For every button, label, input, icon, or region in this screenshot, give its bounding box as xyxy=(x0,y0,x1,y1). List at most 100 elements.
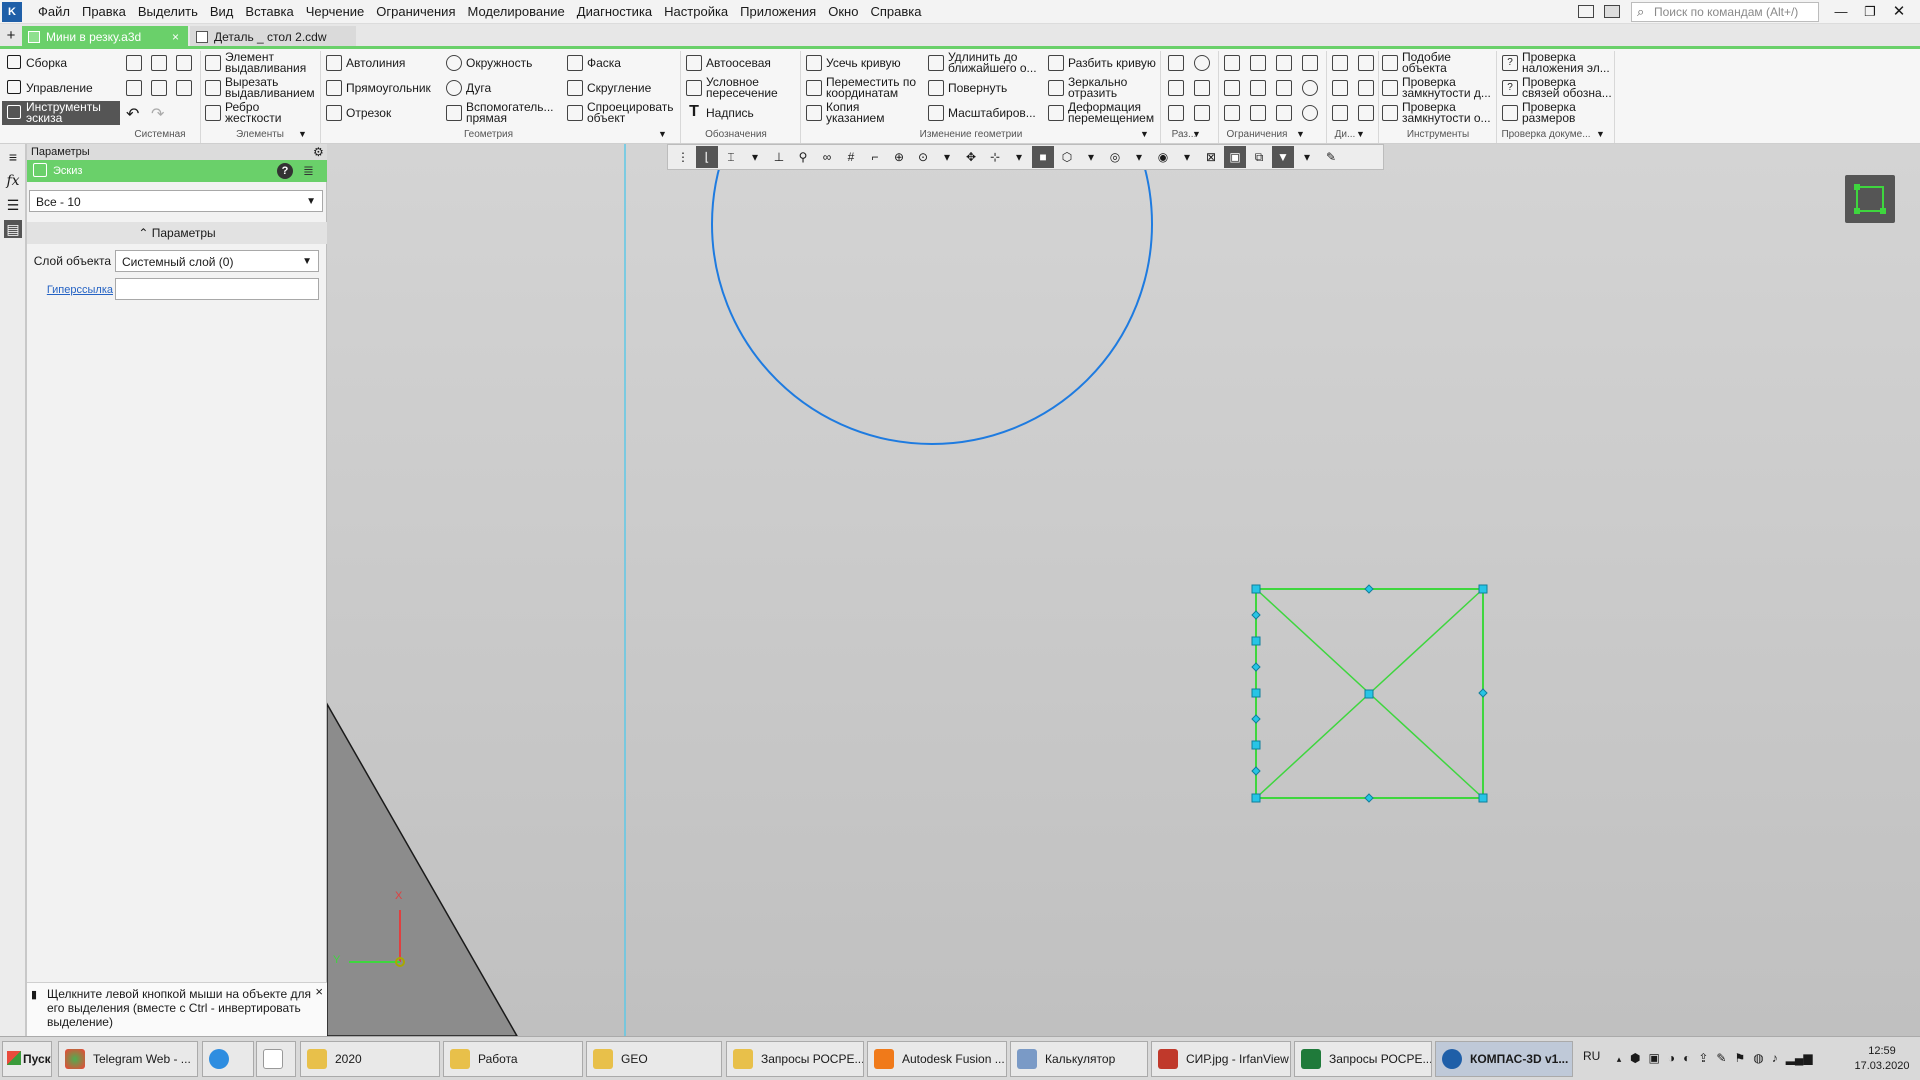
section-icon[interactable]: ⊠ xyxy=(1200,146,1222,168)
shaded-view-icon[interactable]: ■ xyxy=(1032,146,1054,168)
chevron-down-icon[interactable]: ▾ xyxy=(936,146,958,168)
size-check-button[interactable]: Проверка размеров xyxy=(1502,101,1602,125)
taskbar-irfanview[interactable]: СИР.jpg - IrfanView xyxy=(1151,1041,1291,1077)
text-label-button[interactable]: T Надпись xyxy=(686,101,754,125)
tray-sync-icon[interactable]: ◐ xyxy=(1683,1051,1690,1065)
menu-settings[interactable]: Настройка xyxy=(658,0,734,24)
clock[interactable]: 12:59 17.03.2020 xyxy=(1848,1041,1916,1077)
tray-upload-icon[interactable]: ⇪ xyxy=(1698,1051,1708,1065)
chevron-down-icon[interactable]: ▾ xyxy=(744,146,766,168)
taskbar-calculator[interactable]: Калькулятор xyxy=(1010,1041,1148,1077)
variables-fx-icon[interactable]: fx xyxy=(4,172,22,190)
taskbar-ie[interactable] xyxy=(202,1041,254,1077)
taskbar-folder-2020[interactable]: 2020 xyxy=(300,1041,440,1077)
grid-icon[interactable]: # xyxy=(840,146,862,168)
split-curve-button[interactable]: Разбить кривую xyxy=(1048,51,1156,75)
closure-check-o-button[interactable]: Проверка замкнутости о... xyxy=(1382,101,1492,125)
save-icon[interactable] xyxy=(176,55,192,71)
snap-icon[interactable]: ⚲ xyxy=(792,146,814,168)
mode-sketch-tools[interactable]: Инструменты эскиза xyxy=(2,101,120,125)
chamfer-button[interactable]: Фаска xyxy=(567,51,621,75)
filter-select[interactable]: Все - 10 ▼ xyxy=(29,190,323,212)
autoline-button[interactable]: Автолиния xyxy=(326,51,405,75)
extrude-element-button[interactable]: Элемент выдавливания xyxy=(205,51,317,75)
tray-signal-icon[interactable]: ▂▄▆ xyxy=(1786,1051,1813,1065)
taskbar-folder-geo[interactable]: GEO xyxy=(586,1041,722,1077)
visibility-icon[interactable]: ◉ xyxy=(1152,146,1174,168)
group-expand-icon[interactable]: ▼ xyxy=(298,129,307,139)
wireframe-icon[interactable]: ⬡ xyxy=(1056,146,1078,168)
layers-view-icon[interactable]: ⧉ xyxy=(1248,146,1270,168)
equal-radius-icon[interactable] xyxy=(1302,105,1318,121)
hyperlink-label[interactable]: Гиперссылка xyxy=(47,284,113,296)
tree-icon[interactable]: ≡ xyxy=(4,148,22,166)
equal-length-icon[interactable] xyxy=(1250,105,1266,121)
tray-app-icon[interactable]: ▣ xyxy=(1648,1051,1659,1065)
links-check-button[interactable]: ? Проверка связей обозна... xyxy=(1502,76,1612,100)
chevron-down-icon[interactable]: ▾ xyxy=(1296,146,1318,168)
overlap-check-button[interactable]: ? Проверка наложения эл... xyxy=(1502,51,1612,75)
zoom-window-icon[interactable]: ⊙ xyxy=(912,146,934,168)
group-expand-icon[interactable]: ▼ xyxy=(658,129,667,139)
menu-apps[interactable]: Приложения xyxy=(734,0,822,24)
taskbar-excel[interactable]: Запросы РОСРЕ... xyxy=(1294,1041,1432,1077)
conditional-intersection-button[interactable]: Условное пересечение xyxy=(686,76,796,100)
eyedropper-icon[interactable]: ✎ xyxy=(1320,146,1342,168)
orientation-icon[interactable]: ⊹ xyxy=(984,146,1006,168)
tray-volume-icon[interactable]: ♪ xyxy=(1772,1051,1778,1065)
diagnostics-icon[interactable] xyxy=(1332,80,1348,96)
taskbar-folder-work[interactable]: Работа xyxy=(443,1041,583,1077)
link-icon[interactable]: ∞ xyxy=(816,146,838,168)
restore-button[interactable]: ❐ xyxy=(1859,2,1881,22)
tray-expand-icon[interactable]: ▴ xyxy=(1612,1041,1626,1077)
perpendicular-icon[interactable] xyxy=(1276,55,1292,71)
taskbar-folder-requests[interactable]: Запросы РОСРЕ... xyxy=(726,1041,864,1077)
diagnostics-icon[interactable] xyxy=(1358,105,1374,121)
select-mode-icon[interactable]: ▣ xyxy=(1224,146,1246,168)
group-expand-icon[interactable]: ▼ xyxy=(1296,129,1305,139)
tray-chrome-icon[interactable]: ◍ xyxy=(1753,1051,1763,1065)
menu-modeling[interactable]: Моделирование xyxy=(462,0,571,24)
symmetry-icon[interactable] xyxy=(1276,105,1292,121)
tab-close-icon[interactable]: × xyxy=(172,26,179,48)
similarity-button[interactable]: Подобие объекта xyxy=(1382,51,1482,75)
linear-dimension-icon[interactable] xyxy=(1168,80,1184,96)
copy-button[interactable]: Копия указанием xyxy=(806,101,906,125)
chevron-down-icon[interactable]: ▾ xyxy=(1008,146,1030,168)
segment-button[interactable]: Отрезок xyxy=(326,101,391,125)
screen-icon[interactable] xyxy=(1604,5,1620,18)
cut-extrude-button[interactable]: Вырезать выдавливанием xyxy=(205,76,317,100)
tray-tool-icon[interactable]: ✎ xyxy=(1716,1051,1726,1065)
menu-help[interactable]: Справка xyxy=(864,0,927,24)
diagnostics-icon[interactable] xyxy=(1332,105,1348,121)
collinear-icon[interactable] xyxy=(1250,80,1266,96)
close-button[interactable]: ✕ xyxy=(1888,2,1910,22)
parallel-icon[interactable] xyxy=(1250,55,1266,71)
menu-insert[interactable]: Вставка xyxy=(239,0,299,24)
new-tab-icon[interactable]: + xyxy=(2,27,20,45)
diagnostics-icon[interactable] xyxy=(1358,80,1374,96)
sketch-circle[interactable] xyxy=(711,144,1153,445)
chevron-down-icon[interactable]: ▾ xyxy=(1128,146,1150,168)
project-object-button[interactable]: Спроецировать объект xyxy=(567,101,677,125)
rib-button[interactable]: Ребро жесткости xyxy=(205,101,305,125)
chevron-down-icon[interactable]: ▾ xyxy=(1176,146,1198,168)
fillet-button[interactable]: Скругление xyxy=(567,76,651,100)
ortho-icon[interactable]: ⌐ xyxy=(864,146,886,168)
open-icon[interactable] xyxy=(151,55,167,71)
tray-flag-icon[interactable]: ⚑ xyxy=(1734,1051,1745,1065)
horizontal-icon[interactable] xyxy=(1224,80,1240,96)
deform-button[interactable]: Деформация перемещением xyxy=(1048,101,1158,125)
rectangle-button[interactable]: Прямоугольник xyxy=(326,76,431,100)
chevron-down-icon[interactable]: ▾ xyxy=(1080,146,1102,168)
zoom-icon[interactable]: ⊕ xyxy=(888,146,910,168)
scale-button[interactable]: Масштабиров... xyxy=(928,101,1036,125)
preview-icon[interactable] xyxy=(151,80,167,96)
undo-icon[interactable]: ↶ xyxy=(126,104,139,124)
radial-dimension-icon[interactable] xyxy=(1194,80,1210,96)
mode-assembly[interactable]: Сборка xyxy=(2,51,120,75)
circle-button[interactable]: Окружность xyxy=(446,51,532,75)
aux-line-button[interactable]: Вспомогатель... прямая xyxy=(446,101,556,125)
tray-shield-icon[interactable]: ⬢ xyxy=(1630,1051,1640,1065)
sketch-canvas[interactable] xyxy=(327,144,1920,1036)
